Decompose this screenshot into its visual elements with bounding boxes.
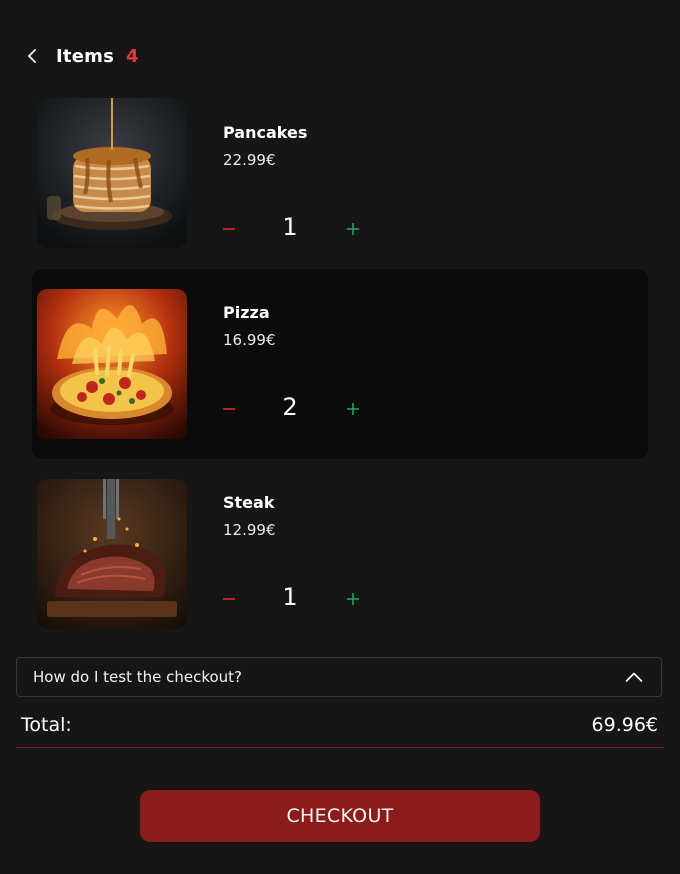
total-row: Total: 69.96€ [16, 706, 664, 748]
item-price: 12.99€ [223, 521, 276, 539]
plus-icon [347, 403, 359, 415]
checkout-help-accordion[interactable]: How do I test the checkout? [16, 657, 662, 697]
increase-quantity-button[interactable] [345, 397, 361, 421]
accordion-question: How do I test the checkout? [33, 668, 243, 686]
item-price: 22.99€ [223, 151, 276, 169]
increase-quantity-button[interactable] [345, 217, 361, 241]
header: Items 4 [26, 40, 139, 72]
cart-item-pizza: Pizza 16.99€ 2 [32, 269, 648, 459]
decrease-quantity-button[interactable] [221, 587, 237, 611]
decrease-quantity-button[interactable] [221, 217, 237, 241]
minus-icon [223, 598, 235, 600]
item-count-badge: 4 [125, 45, 139, 67]
checkout-button[interactable]: CHECKOUT [140, 790, 540, 842]
steak-image [37, 479, 187, 629]
minus-icon [223, 228, 235, 230]
total-label: Total: [21, 713, 72, 736]
chevron-up-icon [625, 672, 643, 682]
chevron-left-icon [28, 49, 36, 63]
minus-icon [223, 408, 235, 410]
pizza-image [37, 289, 187, 439]
cart-item-pancakes: Pancakes 22.99€ 1 [32, 89, 648, 279]
pancakes-image [37, 98, 187, 248]
plus-icon [347, 223, 359, 235]
total-value: 69.96€ [591, 713, 658, 736]
item-name: Pizza [223, 303, 270, 322]
quantity-value: 2 [282, 393, 298, 421]
back-button[interactable] [26, 40, 46, 72]
plus-icon [347, 593, 359, 605]
quantity-value: 1 [282, 213, 298, 241]
item-name: Pancakes [223, 123, 308, 142]
increase-quantity-button[interactable] [345, 587, 361, 611]
quantity-value: 1 [282, 583, 298, 611]
item-name: Steak [223, 493, 275, 512]
decrease-quantity-button[interactable] [221, 397, 237, 421]
item-price: 16.99€ [223, 331, 276, 349]
page-title: Items [56, 45, 114, 67]
cart-item-steak: Steak 12.99€ 1 [32, 459, 648, 649]
